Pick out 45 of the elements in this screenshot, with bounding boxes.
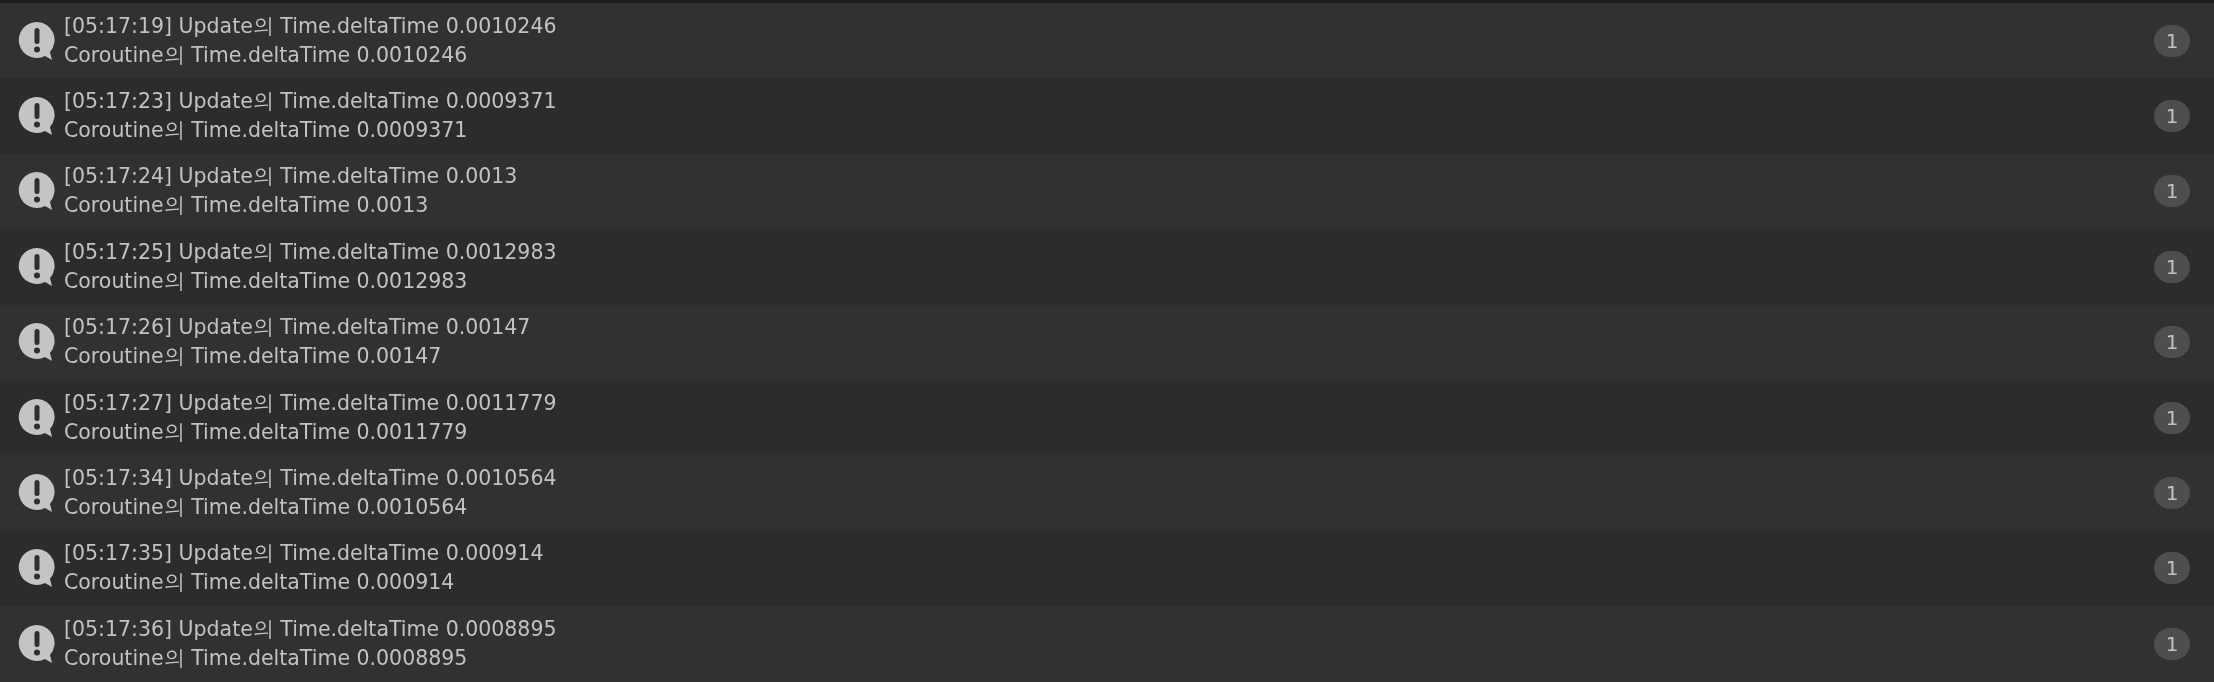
count-badge: 1 <box>2154 477 2190 510</box>
log-message: Coroutine의 Time.deltaTime 0.0013 <box>64 192 429 220</box>
log-entry[interactable]: [05:17:23] Update의 Time.deltaTime 0.0009371 Coroutine의 Time.deltaTime 0.0009371 1 <box>0 78 2214 154</box>
count-badge: 1 <box>2154 326 2190 359</box>
log-message: Coroutine의 Time.deltaTime 0.00147 <box>64 343 442 371</box>
log-entry[interactable]: [05:17:35] Update의 Time.deltaTime 0.000914 Coroutine의 Time.deltaTime 0.000914 1 <box>0 530 2214 607</box>
log-message: [05:17:35] Update의 Time.deltaTime 0.000914 <box>64 540 544 568</box>
warning-bubble-icon <box>18 20 56 61</box>
log-message: Coroutine의 Time.deltaTime 0.0010564 <box>64 494 468 522</box>
log-entry[interactable]: [05:17:25] Update의 Time.deltaTime 0.0012983 Coroutine의 Time.deltaTime 0.0012983 1 <box>0 229 2214 305</box>
log-message: [05:17:36] Update의 Time.deltaTime 0.0008895 <box>64 615 557 643</box>
log-entry[interactable]: [05:17:26] Update의 Time.deltaTime 0.00147 Coroutine의 Time.deltaTime 0.00147 1 <box>0 304 2214 380</box>
count-badge: 1 <box>2154 401 2190 434</box>
log-entry[interactable]: [05:17:19] Update의 Time.deltaTime 0.0010246 Coroutine의 Time.deltaTime 0.0010246 1 <box>0 3 2214 79</box>
log-entry[interactable]: [05:17:24] Update의 Time.deltaTime 0.0013 Coroutine의 Time.deltaTime 0.0013 1 <box>0 153 2214 230</box>
log-entry[interactable]: [05:17:36] Update의 Time.deltaTime 0.0008895 Coroutine의 Time.deltaTime 0.0008895 1 <box>0 606 2214 682</box>
count-badge: 1 <box>2154 627 2190 660</box>
log-message: [05:17:25] Update의 Time.deltaTime 0.0012983 <box>64 238 557 266</box>
warning-bubble-icon <box>18 548 56 589</box>
warning-bubble-icon <box>18 171 56 212</box>
warning-bubble-icon <box>18 473 56 514</box>
log-entry[interactable]: [05:17:34] Update의 Time.deltaTime 0.0010564 Coroutine의 Time.deltaTime 0.0010564 1 <box>0 455 2214 531</box>
count-badge: 1 <box>2154 175 2190 208</box>
log-message: Coroutine의 Time.deltaTime 0.0008895 <box>64 644 468 672</box>
log-entry[interactable]: [05:17:27] Update의 Time.deltaTime 0.0011779 Coroutine의 Time.deltaTime 0.0011779 1 <box>0 379 2214 456</box>
warning-bubble-icon <box>18 322 56 363</box>
warning-bubble-icon <box>18 623 56 664</box>
log-message: Coroutine의 Time.deltaTime 0.0011779 <box>64 418 468 446</box>
log-message: [05:17:19] Update의 Time.deltaTime 0.0010246 <box>64 12 557 40</box>
count-badge: 1 <box>2154 24 2190 57</box>
count-badge: 1 <box>2154 552 2190 585</box>
log-message: [05:17:34] Update의 Time.deltaTime 0.0010564 <box>64 465 557 493</box>
count-badge: 1 <box>2154 100 2190 133</box>
log-message: Coroutine의 Time.deltaTime 0.0010246 <box>64 41 468 69</box>
log-message: [05:17:23] Update의 Time.deltaTime 0.0009371 <box>64 88 557 116</box>
log-message: Coroutine의 Time.deltaTime 0.0012983 <box>64 267 468 295</box>
log-message: [05:17:24] Update의 Time.deltaTime 0.0013 <box>64 163 518 191</box>
log-message: Coroutine의 Time.deltaTime 0.000914 <box>64 569 455 597</box>
log-message: Coroutine의 Time.deltaTime 0.0009371 <box>64 117 468 145</box>
warning-bubble-icon <box>18 397 56 438</box>
warning-bubble-icon <box>18 246 56 287</box>
count-badge: 1 <box>2154 250 2190 283</box>
log-message: [05:17:27] Update의 Time.deltaTime 0.0011779 <box>64 389 557 417</box>
log-message: [05:17:26] Update의 Time.deltaTime 0.00147 <box>64 314 531 342</box>
warning-bubble-icon <box>18 96 56 137</box>
